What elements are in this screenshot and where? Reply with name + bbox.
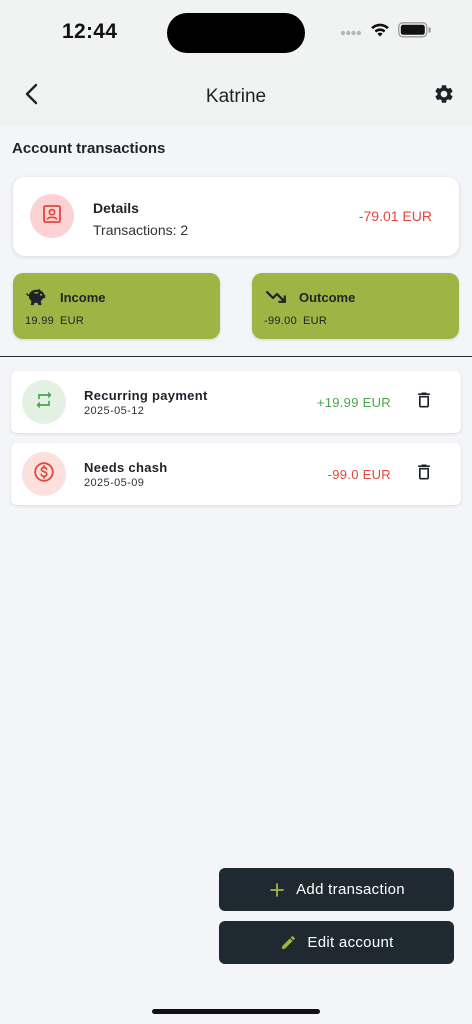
section-title: Account transactions [12, 140, 166, 157]
outcome-currency: EUR [303, 315, 328, 327]
transaction-row[interactable]: Needs chash 2025-05-09 -99.0 EUR [11, 443, 461, 505]
outcome-value: -99.00 EUR [264, 315, 327, 327]
dynamic-island [167, 13, 305, 53]
transaction-date: 2025-05-09 [84, 477, 145, 489]
outcome-label: Outcome [299, 290, 356, 305]
page-title: Katrine [205, 86, 267, 107]
home-indicator[interactable] [152, 1009, 320, 1014]
app-bar: Katrine [0, 64, 472, 126]
transaction-date: 2025-05-12 [84, 405, 145, 417]
status-bar: 12:44 [0, 0, 472, 64]
repeat-icon [34, 390, 54, 415]
balance-amount: -79.01 EUR [358, 208, 432, 224]
screen: 12:44 Katrine Account transactions Detai… [0, 0, 472, 1024]
settings-button[interactable] [430, 82, 458, 110]
outcome-card[interactable]: Outcome -99.00 EUR [252, 273, 459, 339]
outcome-amount: -99.00 [264, 315, 297, 327]
add-transaction-label: Add transaction [296, 881, 405, 898]
battery-icon [398, 21, 432, 43]
transaction-icon-badge [22, 380, 66, 424]
transaction-amount: -99.0 EUR [327, 467, 391, 482]
transaction-icon-badge [22, 452, 66, 496]
cellular-signal-icon [340, 23, 362, 41]
transaction-name: Recurring payment [84, 388, 208, 403]
transaction-name: Needs chash [84, 460, 168, 475]
edit-account-button[interactable]: Edit account [219, 921, 454, 964]
trash-icon [414, 389, 434, 416]
income-amount: 19.99 [25, 315, 55, 327]
status-icons [340, 21, 432, 43]
gear-icon [433, 83, 455, 110]
trash-icon [414, 461, 434, 488]
dollar-circle-icon [33, 461, 55, 488]
income-card[interactable]: Income 19.99 EUR [13, 273, 220, 339]
pencil-icon [279, 934, 297, 952]
status-time: 12:44 [62, 20, 118, 43]
portrait-icon [42, 204, 62, 229]
plus-icon [268, 881, 286, 899]
account-avatar [30, 194, 74, 238]
delete-transaction-button[interactable] [413, 391, 435, 413]
edit-account-label: Edit account [307, 934, 394, 951]
details-title: Details [93, 200, 139, 216]
delete-transaction-button[interactable] [413, 463, 435, 485]
divider [0, 356, 472, 357]
wifi-icon [370, 22, 390, 42]
transactions-count: Transactions: 2 [93, 222, 189, 238]
income-label: Income [60, 290, 106, 305]
trending-down-icon [264, 286, 288, 308]
details-card[interactable]: Details Transactions: 2 -79.01 EUR [13, 177, 459, 256]
transaction-amount: +19.99 EUR [316, 395, 391, 410]
income-value: 19.99 EUR [25, 315, 84, 327]
add-transaction-button[interactable]: Add transaction [219, 868, 454, 911]
piggy-bank-icon [25, 286, 49, 308]
income-currency: EUR [60, 315, 85, 327]
transaction-row[interactable]: Recurring payment 2025-05-12 +19.99 EUR [11, 371, 461, 433]
